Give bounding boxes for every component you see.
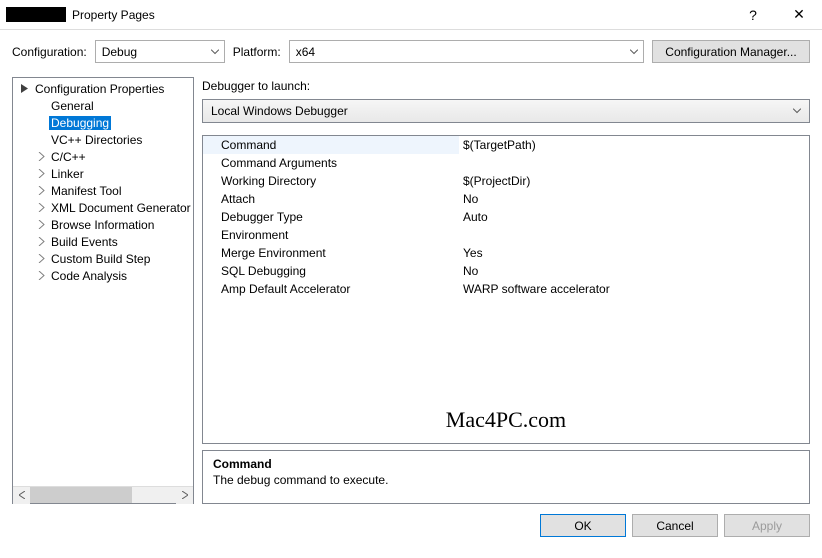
chevron-down-icon bbox=[630, 49, 638, 54]
expand-icon[interactable] bbox=[33, 169, 49, 178]
tree-item[interactable]: XML Document Generator bbox=[13, 199, 193, 216]
debugger-launch-select[interactable]: Local Windows Debugger bbox=[202, 99, 810, 123]
expand-icon[interactable] bbox=[33, 152, 49, 161]
configuration-select[interactable]: Debug bbox=[95, 40, 225, 63]
expand-icon[interactable] bbox=[33, 237, 49, 246]
footer: OK Cancel Apply bbox=[0, 504, 822, 537]
tree-item-label: Debugging bbox=[49, 116, 111, 130]
tree-root[interactable]: Configuration Properties bbox=[13, 80, 193, 97]
watermark: Mac4PC.com bbox=[203, 395, 809, 443]
tree-item-label: Custom Build Step bbox=[49, 252, 152, 266]
tree-item-label: VC++ Directories bbox=[49, 133, 144, 147]
platform-select[interactable]: x64 bbox=[289, 40, 644, 63]
platform-value: x64 bbox=[296, 45, 315, 59]
ok-button[interactable]: OK bbox=[540, 514, 626, 537]
tree-item-label: C/C++ bbox=[49, 150, 88, 164]
tree-item[interactable]: General bbox=[13, 97, 193, 114]
tree-root-label: Configuration Properties bbox=[33, 82, 166, 96]
help-text: The debug command to execute. bbox=[213, 473, 799, 487]
tree-item-label: Browse Information bbox=[49, 218, 156, 232]
tree-item-label: XML Document Generator bbox=[49, 201, 193, 215]
property-row[interactable]: Working Directory$(ProjectDir) bbox=[203, 172, 809, 190]
chevron-down-icon bbox=[211, 49, 219, 54]
help-button[interactable]: ? bbox=[730, 7, 776, 23]
apply-button[interactable]: Apply bbox=[724, 514, 810, 537]
property-value[interactable] bbox=[459, 226, 809, 244]
tree-panel: Configuration Properties General Debuggin… bbox=[12, 77, 194, 504]
scroll-thumb[interactable] bbox=[30, 487, 132, 503]
tree-item[interactable]: Browse Information bbox=[13, 216, 193, 233]
window-title: Property Pages bbox=[72, 8, 155, 22]
property-value[interactable]: $(TargetPath) bbox=[459, 136, 809, 154]
property-value[interactable]: $(ProjectDir) bbox=[459, 172, 809, 190]
property-row[interactable]: Environment bbox=[203, 226, 809, 244]
property-name: Merge Environment bbox=[203, 244, 459, 262]
expand-icon[interactable] bbox=[33, 220, 49, 229]
cancel-button[interactable]: Cancel bbox=[632, 514, 718, 537]
property-value[interactable]: No bbox=[459, 262, 809, 280]
property-name: Amp Default Accelerator bbox=[203, 280, 459, 298]
property-row[interactable]: Amp Default AcceleratorWARP software acc… bbox=[203, 280, 809, 298]
debugger-launch-label: Debugger to launch: bbox=[202, 77, 810, 93]
property-value[interactable]: Auto bbox=[459, 208, 809, 226]
tree-item[interactable]: Custom Build Step bbox=[13, 250, 193, 267]
tree-item-label: General bbox=[49, 99, 96, 113]
property-row[interactable]: SQL DebuggingNo bbox=[203, 262, 809, 280]
configuration-manager-button[interactable]: Configuration Manager... bbox=[652, 40, 810, 63]
tree-item-label: Manifest Tool bbox=[49, 184, 123, 198]
tree-item[interactable]: Linker bbox=[13, 165, 193, 182]
property-row[interactable]: Debugger TypeAuto bbox=[203, 208, 809, 226]
tree[interactable]: Configuration Properties General Debuggin… bbox=[13, 78, 193, 486]
property-name: Attach bbox=[203, 190, 459, 208]
scroll-left-icon[interactable] bbox=[13, 487, 30, 504]
configuration-label: Configuration: bbox=[12, 45, 87, 59]
tree-item-label: Code Analysis bbox=[49, 269, 129, 283]
titlebar: Property Pages ? ✕ bbox=[0, 0, 822, 30]
expand-icon[interactable] bbox=[33, 254, 49, 263]
property-name: SQL Debugging bbox=[203, 262, 459, 280]
property-name: Debugger Type bbox=[203, 208, 459, 226]
scroll-track[interactable] bbox=[30, 487, 176, 503]
tree-item-label: Build Events bbox=[49, 235, 120, 249]
platform-label: Platform: bbox=[233, 45, 281, 59]
scroll-right-icon[interactable] bbox=[176, 487, 193, 504]
property-value[interactable]: No bbox=[459, 190, 809, 208]
collapse-icon[interactable] bbox=[17, 84, 33, 93]
debugger-launch-value: Local Windows Debugger bbox=[211, 104, 348, 118]
expand-icon[interactable] bbox=[33, 271, 49, 280]
property-name: Environment bbox=[203, 226, 459, 244]
property-name: Command Arguments bbox=[203, 154, 459, 172]
tree-item[interactable]: Manifest Tool bbox=[13, 182, 193, 199]
spacer bbox=[33, 135, 49, 144]
tree-item[interactable]: Debugging bbox=[13, 114, 193, 131]
help-panel: Command The debug command to execute. bbox=[202, 450, 810, 504]
tree-item[interactable]: Code Analysis bbox=[13, 267, 193, 284]
expand-icon[interactable] bbox=[33, 186, 49, 195]
property-value[interactable]: WARP software accelerator bbox=[459, 280, 809, 298]
property-name: Working Directory bbox=[203, 172, 459, 190]
tree-item-label: Linker bbox=[49, 167, 86, 181]
property-row[interactable]: Command Arguments bbox=[203, 154, 809, 172]
spacer bbox=[33, 101, 49, 110]
tree-item[interactable]: Build Events bbox=[13, 233, 193, 250]
tree-item[interactable]: VC++ Directories bbox=[13, 131, 193, 148]
property-row[interactable]: AttachNo bbox=[203, 190, 809, 208]
property-value[interactable] bbox=[459, 154, 809, 172]
config-bar: Configuration: Debug Platform: x64 Confi… bbox=[0, 30, 822, 77]
spacer bbox=[33, 118, 49, 127]
help-title: Command bbox=[213, 457, 799, 471]
property-row[interactable]: Merge EnvironmentYes bbox=[203, 244, 809, 262]
expand-icon[interactable] bbox=[33, 203, 49, 212]
title-redaction bbox=[6, 7, 66, 22]
configuration-value: Debug bbox=[102, 45, 137, 59]
property-row[interactable]: Command$(TargetPath) bbox=[203, 136, 809, 154]
close-button[interactable]: ✕ bbox=[776, 6, 822, 23]
tree-scrollbar[interactable] bbox=[13, 486, 193, 503]
chevron-down-icon bbox=[793, 109, 801, 114]
property-value[interactable]: Yes bbox=[459, 244, 809, 262]
property-grid[interactable]: Command$(TargetPath)Command ArgumentsWor… bbox=[202, 135, 810, 444]
property-name: Command bbox=[203, 136, 459, 154]
tree-item[interactable]: C/C++ bbox=[13, 148, 193, 165]
